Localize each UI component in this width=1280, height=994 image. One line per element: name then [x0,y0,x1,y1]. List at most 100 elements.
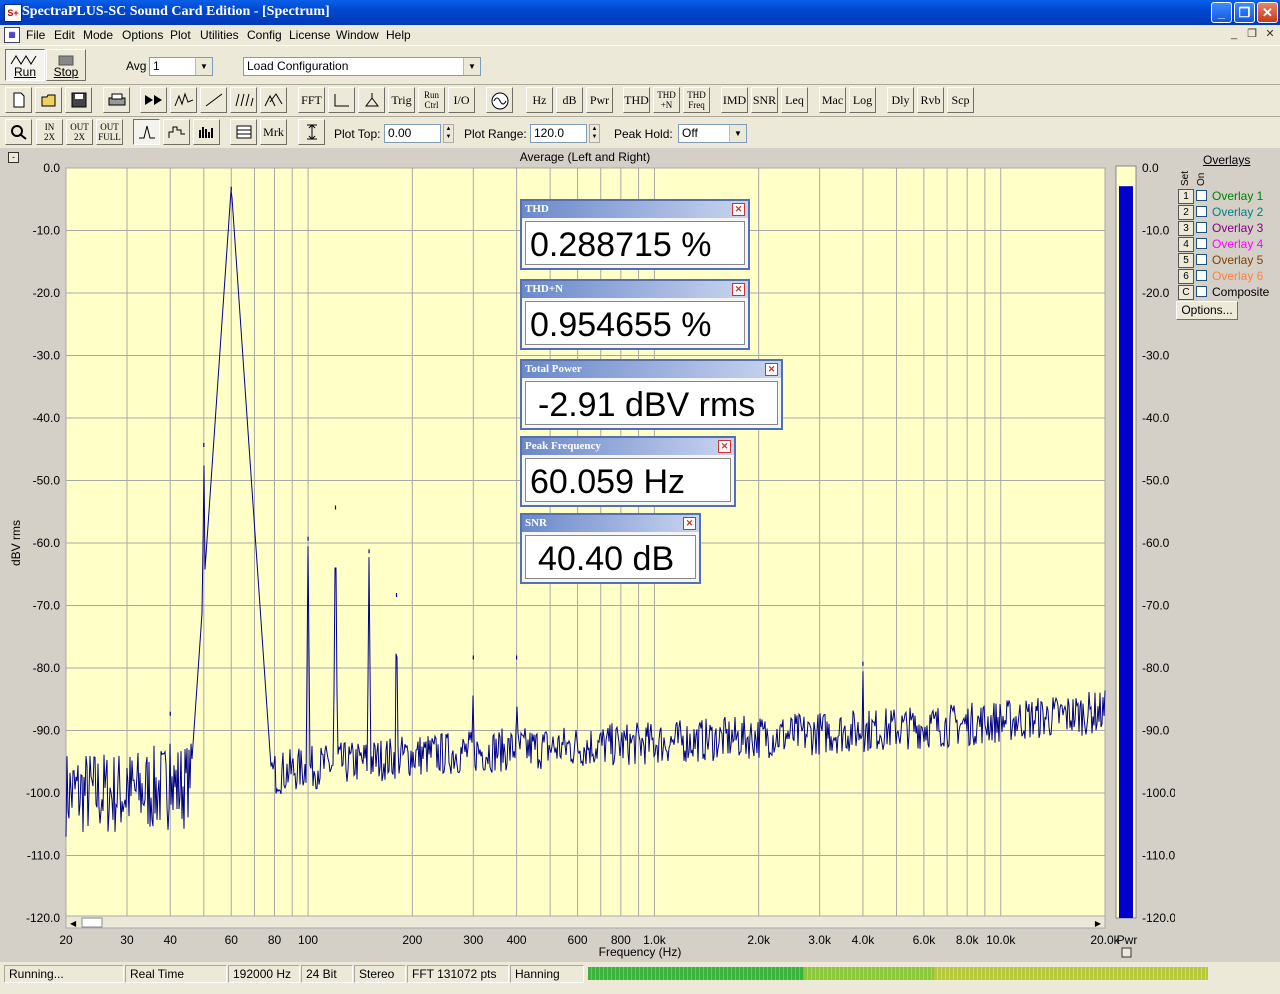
overlay-set-button[interactable]: 6 [1178,269,1194,284]
horizontal-scrollbar[interactable] [65,915,1106,929]
total-power-meter-window[interactable]: Total Power ✕ -2.91 dBV rms [520,359,783,430]
thdn-meter-window[interactable]: THD+N ✕ 0.954655 % [520,279,750,350]
io-button[interactable]: I/O [448,87,475,113]
open-file-button[interactable] [35,87,62,113]
overlay-set-button[interactable]: 3 [1178,221,1194,236]
3d-surface-button[interactable] [260,87,287,113]
time-series-button[interactable] [200,87,227,113]
menu-plot[interactable]: Plot [170,28,191,42]
overlay-set-button[interactable]: 5 [1178,253,1194,268]
menu-mode[interactable]: Mode [83,28,113,42]
close-button[interactable]: ✕ [1257,2,1278,23]
plot-range-spinner[interactable]: ▲ ▼ [589,124,600,143]
snr-meter-window[interactable]: SNR ✕ 40.40 dB [520,513,701,584]
menu-utilities[interactable]: Utilities [200,28,239,42]
plot-top-input[interactable]: 0.00 [384,124,441,143]
pwr-collapse-icon[interactable] [1121,947,1132,958]
document-icon[interactable]: ▦ [4,27,20,43]
hz-button[interactable]: Hz [526,87,553,113]
chevron-down-icon[interactable]: ▼ [729,125,746,142]
zoom-button[interactable] [5,119,32,145]
minimize-button[interactable]: _ [1211,2,1232,23]
title-bar[interactable]: S+ SpectraPLUS-SC Sound Card Edition - [… [0,0,1280,25]
plot-range-input[interactable]: 120.0 [530,124,587,143]
mdi-minimize-button[interactable]: _ [1226,27,1242,41]
zoom-full-button[interactable]: OUT FULL [96,119,123,145]
dly-button[interactable]: Dly [887,87,914,113]
mac-button[interactable]: Mac [819,87,846,113]
run-button[interactable]: Run [5,49,45,81]
overlay-checkbox[interactable] [1196,222,1207,233]
overlay-checkbox[interactable] [1196,206,1207,217]
menu-options[interactable]: Options [122,28,163,42]
leq-button[interactable]: Leq [781,87,808,113]
print-button[interactable] [103,87,130,113]
overlay-checkbox[interactable] [1196,238,1207,249]
spectrum-app-icon[interactable]: S+ [4,4,22,22]
close-icon[interactable]: ✕ [765,363,778,376]
waterfall-button[interactable] [230,87,257,113]
new-file-button[interactable] [5,87,32,113]
chevron-down-icon[interactable]: ▼ [463,58,480,75]
scale-button[interactable] [328,87,355,113]
fft-button[interactable]: FFT [298,87,325,113]
mdi-restore-button[interactable]: ❐ [1244,27,1260,41]
marker-button[interactable]: Mrk [260,119,287,145]
scp-button[interactable]: Scp [947,87,974,113]
snr-button[interactable]: SNR [751,87,778,113]
close-icon[interactable]: ✕ [732,283,745,296]
menu-file[interactable]: File [26,28,45,42]
log-button[interactable]: Log [849,87,876,113]
close-icon[interactable]: ✕ [718,440,731,453]
menu-edit[interactable]: Edit [54,28,75,42]
table-button[interactable] [230,119,257,145]
overlays-options-button[interactable]: Options... [1176,301,1238,320]
overlay-checkbox[interactable] [1196,254,1207,265]
overlay-checkbox[interactable] [1196,190,1207,201]
overlay-checkbox[interactable] [1196,286,1207,297]
range-button[interactable] [298,119,325,145]
chevron-down-icon[interactable]: ▼ [195,58,212,75]
scrollbar-thumb[interactable] [81,917,103,928]
plot-top-spinner[interactable]: ▲ ▼ [443,124,454,143]
avg-select[interactable]: 1 ▼ [149,57,213,76]
zoom-in-2x-button[interactable]: IN 2X [36,119,63,145]
overlay-set-button[interactable]: 4 [1178,237,1194,252]
peak-hold-select[interactable]: Off ▼ [678,124,747,143]
step-plot-button[interactable] [163,119,190,145]
pwr-button[interactable]: Pwr [586,87,613,113]
rvb-button[interactable]: Rvb [917,87,944,113]
close-icon[interactable]: ✕ [683,517,696,530]
y-tick-label: -120.0 [26,911,60,925]
trig-button[interactable]: Trig [388,87,415,113]
probe-button[interactable] [358,87,385,113]
save-button[interactable] [65,87,92,113]
peak-frequency-meter-window[interactable]: Peak Frequency ✕ 60.059 Hz [520,436,736,507]
run-ctrl-button[interactable]: Run Ctrl [418,87,445,113]
maximize-button[interactable]: ❐ [1234,2,1255,23]
db-button[interactable]: dB [556,87,583,113]
overlay-checkbox[interactable] [1196,270,1207,281]
zoom-out-2x-button[interactable]: OUT 2X [66,119,93,145]
generator-button[interactable] [486,87,513,113]
fast-forward-button[interactable] [140,87,167,113]
mdi-close-button[interactable]: ✕ [1262,27,1278,41]
line-plot-button[interactable] [133,119,160,145]
load-configuration-select[interactable]: Load Configuration ▼ [243,57,481,76]
overlay-set-button[interactable]: C [1178,285,1194,300]
menu-help[interactable]: Help [386,28,411,42]
thd-freq-button[interactable]: THD Freq [683,87,710,113]
spectrum-mode-button[interactable] [170,87,197,113]
thd-button[interactable]: THD [623,87,650,113]
menu-window[interactable]: Window [336,28,379,42]
overlay-set-button[interactable]: 2 [1178,205,1194,220]
menu-license[interactable]: License [289,28,330,42]
menu-config[interactable]: Config [247,28,282,42]
overlay-set-button[interactable]: 1 [1178,189,1194,204]
thd-meter-window[interactable]: THD ✕ 0.288715 % [520,199,750,270]
close-icon[interactable]: ✕ [732,203,745,216]
bar-plot-button[interactable] [193,119,220,145]
stop-button[interactable]: Stop [46,49,86,81]
imd-button[interactable]: IMD [721,87,748,113]
thdn-button[interactable]: THD +N [653,87,680,113]
